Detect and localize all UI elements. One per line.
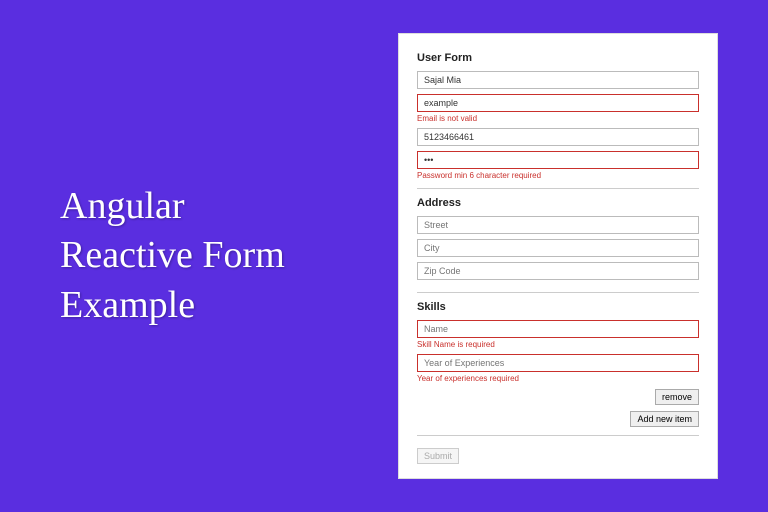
add-item-button[interactable]: Add new item: [630, 411, 699, 427]
form-card: User Form Email is not valid Password mi…: [398, 33, 718, 479]
user-form-heading: User Form: [417, 52, 699, 64]
address-heading: Address: [417, 197, 699, 209]
divider: [417, 435, 699, 436]
title-line-3: Example: [60, 284, 195, 326]
password-error: Password min 6 character required: [417, 171, 699, 180]
skill-name-error: Skill Name is required: [417, 340, 699, 349]
title-line-2: Reactive Form: [60, 234, 285, 276]
email-error: Email is not valid: [417, 114, 699, 123]
title-line-1: Angular: [60, 185, 185, 227]
skill-years-field[interactable]: [417, 354, 699, 372]
remove-button[interactable]: remove: [655, 389, 699, 405]
email-field[interactable]: [417, 94, 699, 112]
submit-button[interactable]: Submit: [417, 448, 459, 464]
password-field[interactable]: [417, 151, 699, 169]
city-field[interactable]: [417, 239, 699, 257]
skills-heading: Skills: [417, 301, 699, 313]
skill-years-error: Year of experiences required: [417, 374, 699, 383]
divider: [417, 188, 699, 189]
skill-name-field[interactable]: [417, 320, 699, 338]
divider: [417, 292, 699, 293]
phone-field[interactable]: [417, 128, 699, 146]
zip-field[interactable]: [417, 262, 699, 280]
street-field[interactable]: [417, 216, 699, 234]
name-field[interactable]: [417, 71, 699, 89]
page-title: Angular Reactive Form Example: [60, 182, 378, 330]
